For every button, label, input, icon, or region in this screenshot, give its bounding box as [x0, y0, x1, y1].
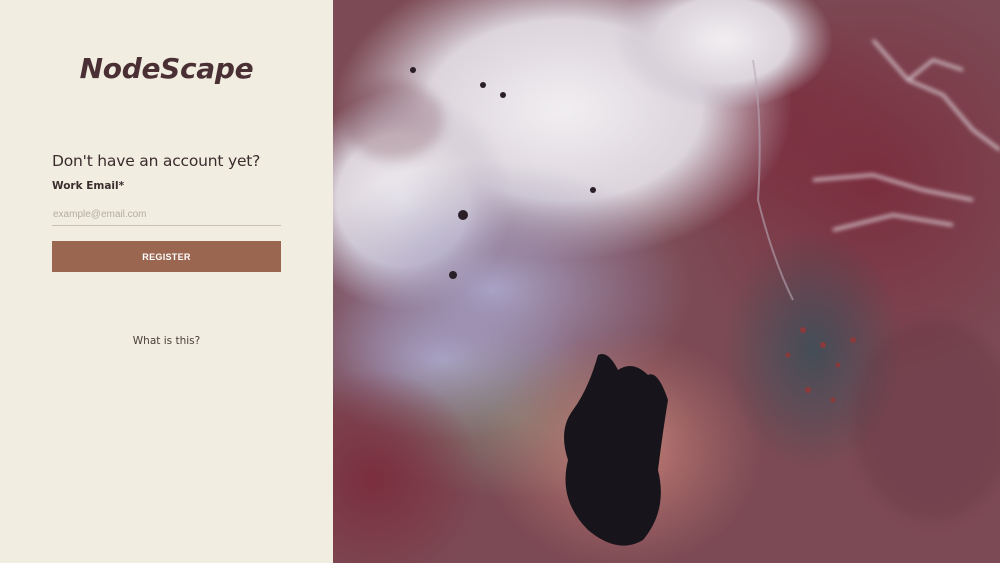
- form-title: Don't have an account yet?: [52, 152, 261, 170]
- what-is-this-link[interactable]: What is this?: [0, 335, 333, 347]
- email-field[interactable]: [52, 204, 281, 226]
- email-label: Work Email*: [52, 180, 125, 192]
- satellite-image: [333, 0, 1000, 563]
- register-button[interactable]: REGISTER: [52, 241, 281, 272]
- brand-logo: NodeScape: [79, 52, 254, 85]
- login-panel: NodeScape Don't have an account yet? Wor…: [0, 0, 333, 563]
